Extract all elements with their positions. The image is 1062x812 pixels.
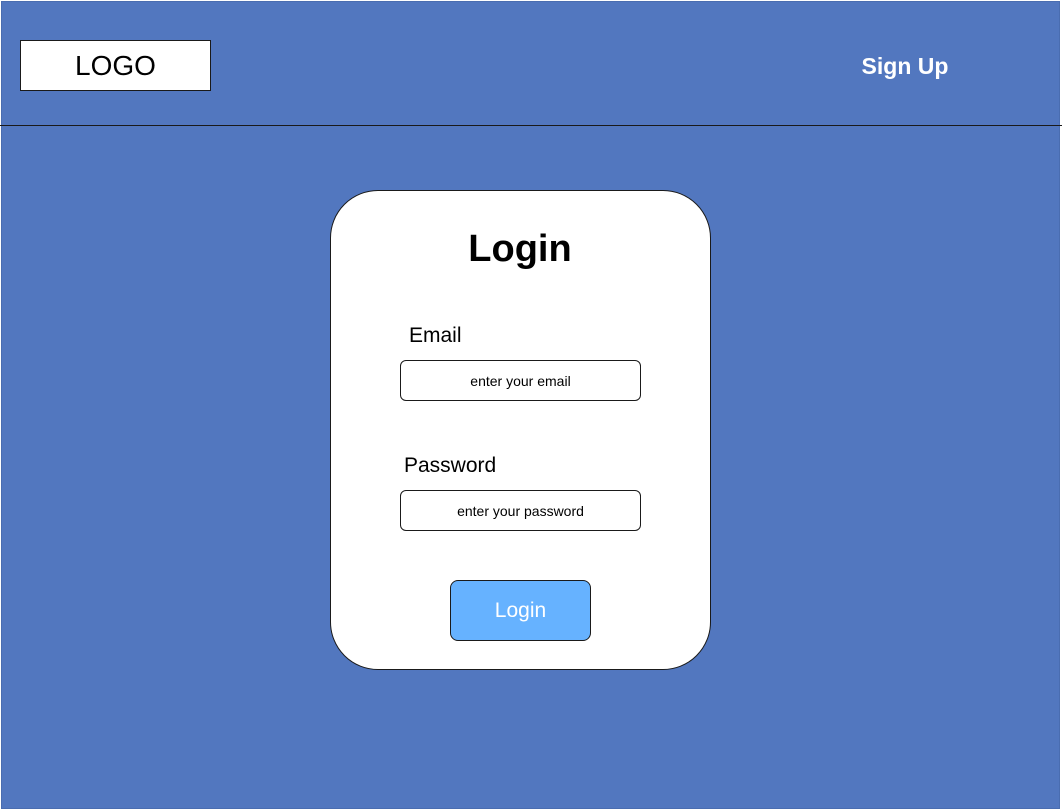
email-input[interactable] <box>400 360 641 401</box>
email-label: Email <box>409 324 462 347</box>
top-header: LOGO Sign Up <box>0 0 1062 126</box>
logo-text: LOGO <box>75 49 156 81</box>
sign-up-link[interactable]: Sign Up <box>840 48 970 84</box>
login-button[interactable]: Login <box>450 580 591 641</box>
logo: LOGO <box>20 40 211 91</box>
password-label: Password <box>404 454 497 477</box>
header-divider <box>0 125 1062 126</box>
password-input[interactable] <box>400 490 641 531</box>
login-title: Login <box>468 228 572 270</box>
